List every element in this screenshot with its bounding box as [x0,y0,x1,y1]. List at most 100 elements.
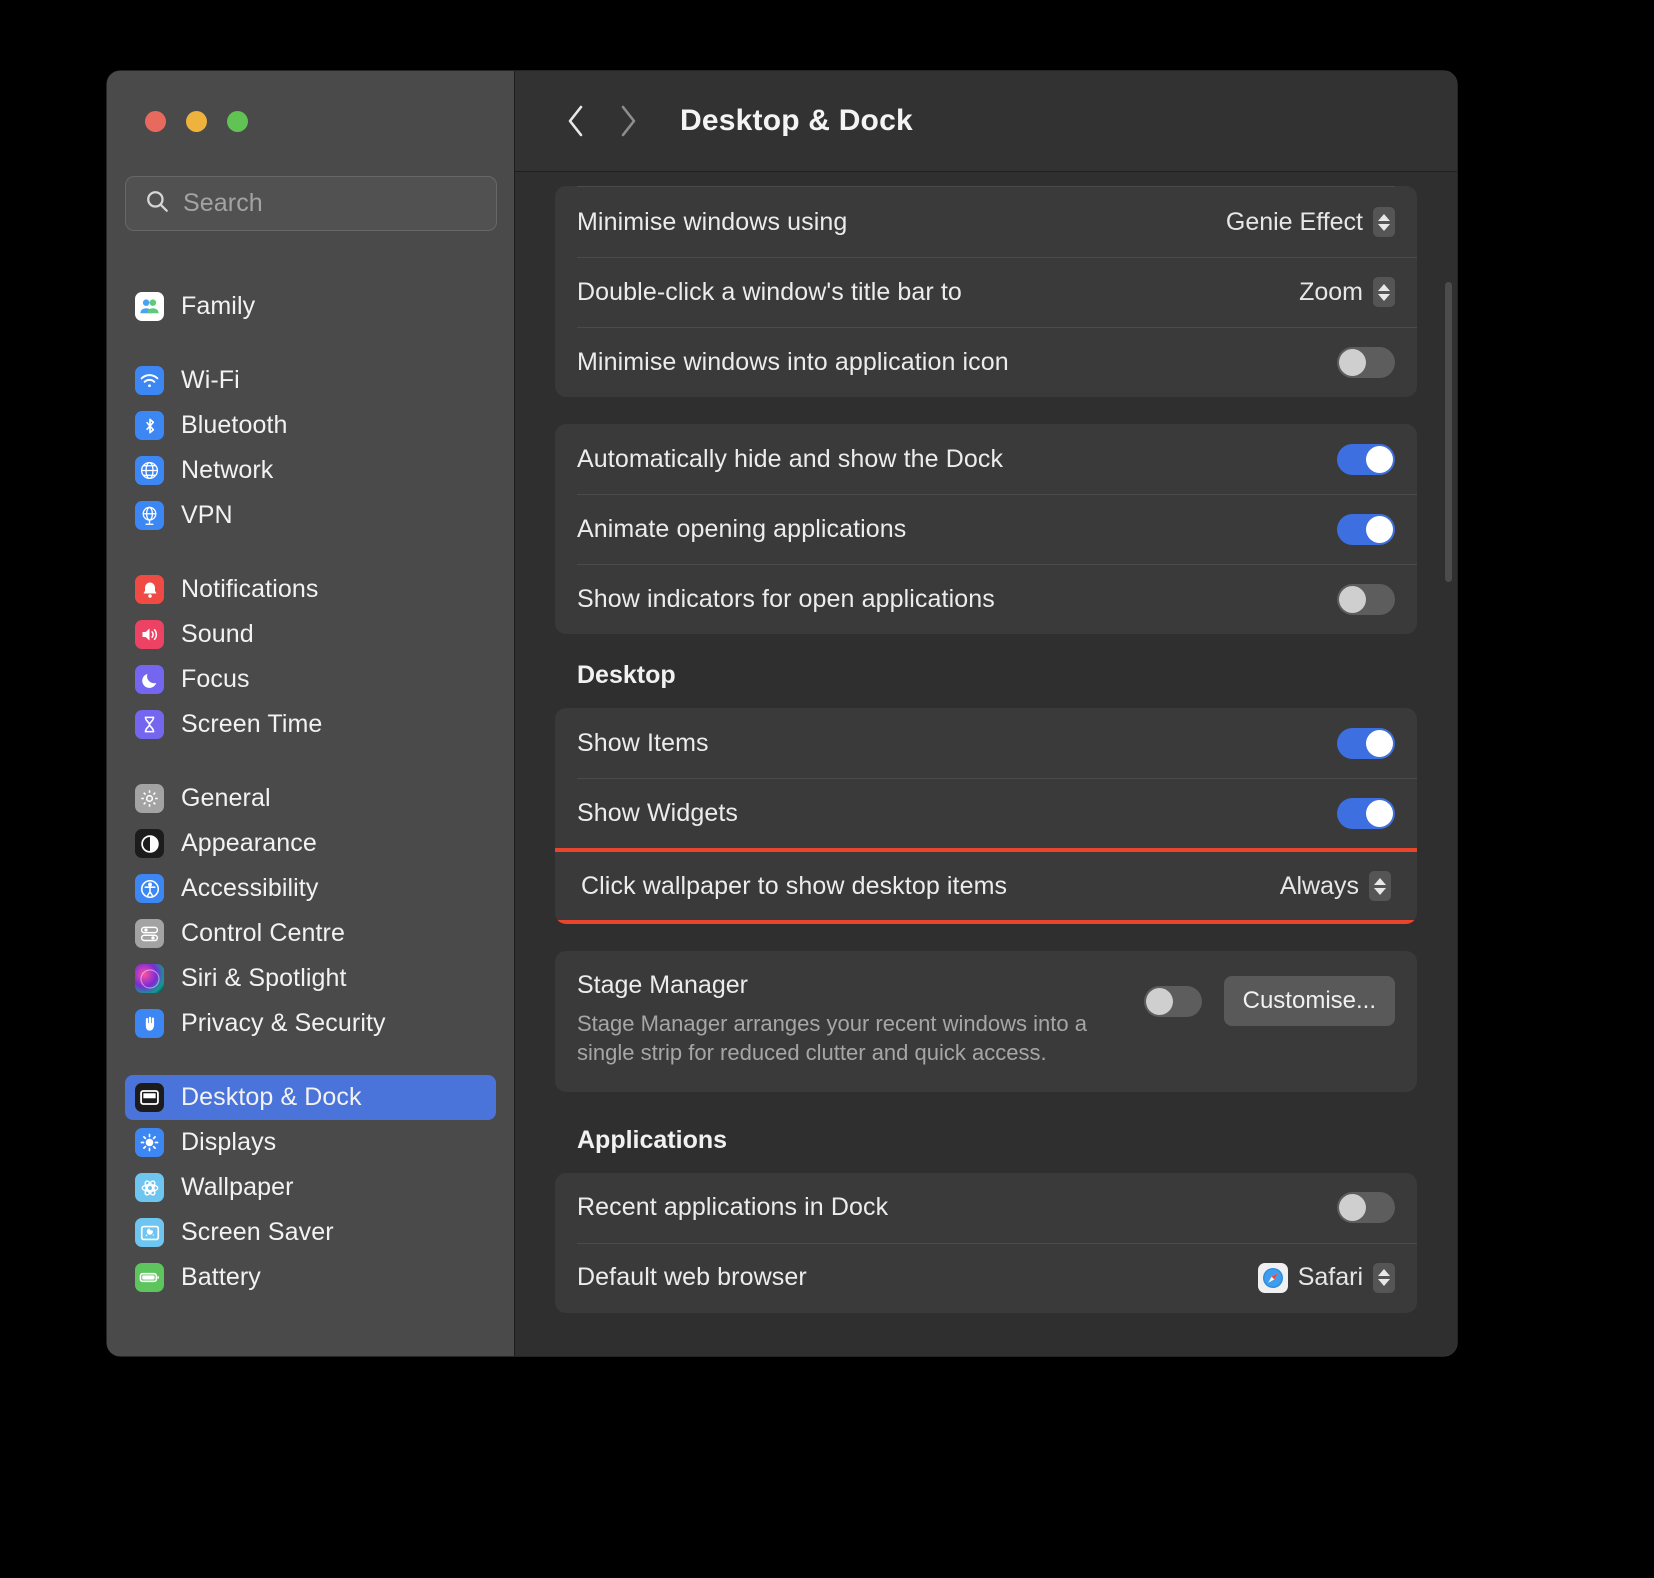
general-icon [135,784,164,813]
settings-row-control [1337,513,1395,545]
sidebar-group-2: Notifications Sound Focus Screen Time [107,567,514,747]
sidebar-item-screen-time[interactable]: Screen Time [125,702,496,747]
settings-row-control: Zoom [1299,277,1395,307]
settings-row[interactable]: Minimise windows into application icon [555,327,1417,397]
sidebar-item-desktop-dock[interactable]: Desktop & Dock [125,1075,496,1120]
wifi-icon [135,366,164,395]
dock-behaviour-card: Automatically hide and show the Dock Ani… [555,424,1417,634]
toggle-switch[interactable] [1337,727,1395,759]
sidebar-item-battery[interactable]: Battery [125,1255,496,1300]
sidebar-item-displays[interactable]: Displays [125,1120,496,1165]
sidebar-item-wi-fi[interactable]: Wi-Fi [125,358,496,403]
stage-manager-toggle[interactable] [1143,985,1202,1017]
siri-icon [135,964,164,993]
sidebar-item-privacy-security[interactable]: Privacy & Security [125,1001,496,1046]
toggle-switch[interactable] [1337,443,1395,475]
settings-row[interactable]: Minimise windows using Genie Effect [555,187,1417,257]
screen-time-icon [135,710,164,739]
settings-row-control: Safari [1257,1262,1395,1293]
appearance-icon [135,829,164,858]
stage-manager-title: Stage Manager [577,971,748,999]
chevron-left-icon [568,105,583,137]
toggle-switch[interactable] [1337,346,1395,378]
settings-row[interactable]: Show Widgets [555,778,1417,848]
toggle-switch[interactable] [1337,1192,1395,1223]
toggle-switch[interactable] [1337,513,1395,545]
settings-row[interactable]: Automatically hide and show the Dock [555,424,1417,494]
popup-value: Zoom [1299,277,1363,306]
settings-scroll-area[interactable]: Minimise windows using Genie Effect Doub… [515,172,1457,1356]
sidebar-item-label: Bluetooth [181,411,288,439]
settings-row-control [1337,443,1395,475]
minimise-button[interactable] [186,111,207,132]
scrollbar[interactable] [1445,282,1452,582]
toggle-switch[interactable] [1337,797,1395,829]
desktop-section-title: Desktop [577,661,676,689]
sidebar-group-1: Wi-Fi Bluetooth Network VPN [107,358,514,538]
vpn-icon [135,501,164,530]
stage-manager-card: Stage Manager Stage Manager arranges you… [555,951,1417,1092]
settings-row[interactable]: Show Items [555,708,1417,778]
settings-row[interactable]: Double-click a window's title bar to Zoo… [555,257,1417,327]
highlighted-setting[interactable]: Click wallpaper to show desktop items Al… [555,848,1417,924]
sidebar-item-bluetooth[interactable]: Bluetooth [125,403,496,448]
safari-icon [1257,1262,1288,1293]
settings-row-label: Minimise windows into application icon [577,347,1009,376]
zoom-button[interactable] [227,111,248,132]
settings-row-control [1337,727,1395,759]
settings-row-label: Automatically hide and show the Dock [577,444,1004,473]
applications-rows: Recent applications in Dock Default web … [555,1173,1417,1313]
sidebar-item-family[interactable]: Family [125,284,496,329]
dock-behaviour-rows: Automatically hide and show the Dock Ani… [555,424,1417,634]
control-centre-icon [135,919,164,948]
settings-row[interactable]: Click wallpaper to show desktop items Al… [555,852,1417,920]
sidebar-item-general[interactable]: General [125,776,496,821]
sidebar-item-wallpaper[interactable]: Wallpaper [125,1165,496,1210]
sidebar-item-notifications[interactable]: Notifications [125,567,496,612]
sidebar-item-focus[interactable]: Focus [125,657,496,702]
sidebar-group-separator [107,1046,514,1075]
sidebar-group-4: Desktop & Dock Displays Wallpaper Screen Sa… [107,1075,514,1300]
toolbar: Desktop & Dock [515,71,1457,172]
sidebar-item-label: Focus [181,665,250,693]
main-panel: Desktop & Dock Minimise windows using Ge… [515,71,1457,1356]
settings-row-control [1337,797,1395,829]
search-field[interactable]: Search [125,176,497,231]
settings-row[interactable]: Default web browser Safari [555,1242,1417,1313]
popup-stepper-icon[interactable] [1373,1262,1395,1293]
sidebar-nav: Family Wi-Fi Bluetooth Network VPN Notificati… [107,284,514,1300]
sidebar-item-siri-spotlight[interactable]: Siri & Spotlight [125,956,496,1001]
desktop-rows: Show Items Show Widgets Click wallpaper … [555,708,1417,924]
settings-row[interactable]: Recent applications in Dock [555,1173,1417,1243]
desktop-dock-icon [135,1083,164,1112]
sidebar-item-label: Network [181,456,274,484]
sidebar-item-sound[interactable]: Sound [125,612,496,657]
settings-row[interactable]: Show indicators for open applications [555,564,1417,634]
stage-manager-description: Stage Manager arranges your recent windo… [577,1011,1087,1066]
sidebar-item-screen-saver[interactable]: Screen Saver [125,1210,496,1255]
close-button[interactable] [145,111,166,132]
sidebar-item-accessibility[interactable]: Accessibility [125,866,496,911]
sidebar-item-label: General [181,784,271,812]
popup-stepper-icon[interactable] [1373,207,1395,237]
sidebar-item-appearance[interactable]: Appearance [125,821,496,866]
sidebar-item-vpn[interactable]: VPN [125,493,496,538]
search-icon [144,188,170,219]
sidebar-item-control-centre[interactable]: Control Centre [125,911,496,956]
sidebar-group-0: Family [107,284,514,329]
popup-value: Always [1279,871,1359,900]
network-icon [135,456,164,485]
forward-button[interactable] [602,95,654,147]
back-button[interactable] [550,95,602,147]
settings-row-control [1337,1192,1395,1223]
privacy-icon [135,1009,164,1038]
toggle-switch[interactable] [1337,583,1395,615]
customise-button[interactable]: Customise... [1223,976,1395,1026]
sidebar-item-label: Siri & Spotlight [181,964,347,992]
wallpaper-icon [135,1173,164,1202]
popup-stepper-icon[interactable] [1369,871,1391,901]
settings-row[interactable]: Animate opening applications [555,494,1417,564]
sidebar-item-network[interactable]: Network [125,448,496,493]
popup-stepper-icon[interactable] [1373,277,1395,307]
settings-row-control: Genie Effect [1226,207,1395,237]
